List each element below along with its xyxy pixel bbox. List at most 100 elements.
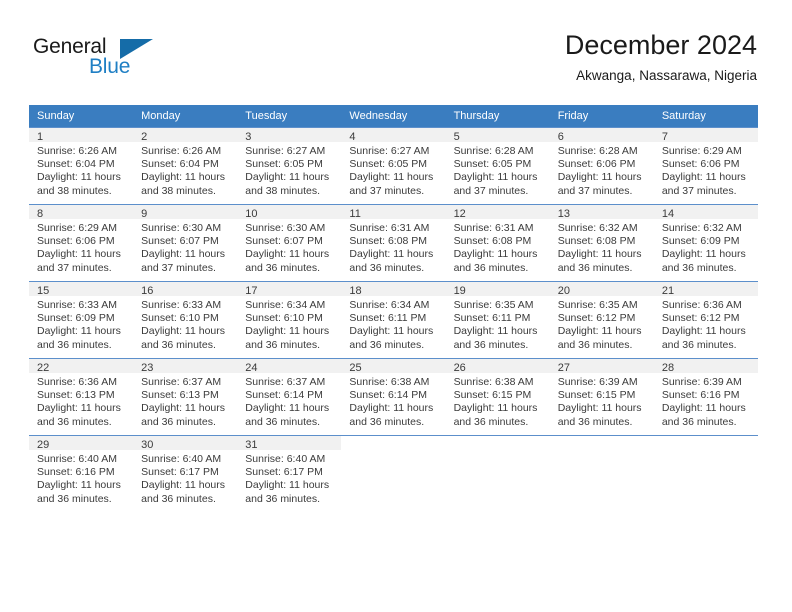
calendar-day-cell[interactable]: 5 Sunrise: 6:28 AM Sunset: 6:05 PM Daylight…	[445, 127, 550, 204]
day-number: 11	[341, 205, 446, 220]
day-detail-sunset: Sunset: 6:09 PM	[37, 312, 115, 325]
calendar-day-cell[interactable]: 7 Sunrise: 6:29 AM Sunset: 6:06 PM Daylight…	[653, 127, 758, 204]
day-cell-inner: 3 Sunrise: 6:27 AM Sunset: 6:05 PM Daylight…	[237, 127, 342, 204]
day-detail-sunset: Sunset: 6:10 PM	[245, 312, 323, 325]
calendar-day-cell[interactable]: 31 Sunrise: 6:40 AM Sunset: 6:17 PM Dayligh…	[237, 435, 342, 512]
calendar-day-cell[interactable]: 12 Sunrise: 6:31 AM Sunset: 6:08 PM Dayligh…	[445, 204, 550, 281]
day-details: Sunrise: 6:40 AM Sunset: 6:17 PM Daylight:…	[133, 450, 237, 506]
day-detail-sunrise: Sunrise: 6:30 AM	[245, 222, 326, 234]
day-detail-sunrise: Sunrise: 6:39 AM	[557, 376, 638, 388]
day-cell-inner: 31 Sunrise: 6:40 AM Sunset: 6:17 PM Dayligh…	[237, 435, 342, 512]
day-cell-inner: 28 Sunrise: 6:39 AM Sunset: 6:16 PM Dayligh…	[653, 358, 758, 435]
calendar-day-cell[interactable]: 20 Sunrise: 6:35 AM Sunset: 6:12 PM Dayligh…	[549, 281, 654, 358]
calendar-day-cell[interactable]: 18 Sunrise: 6:34 AM Sunset: 6:11 PM Dayligh…	[341, 281, 446, 358]
calendar-day-cell[interactable]: 27 Sunrise: 6:39 AM Sunset: 6:15 PM Dayligh…	[549, 358, 654, 435]
weekday-header-friday: Friday	[549, 105, 654, 127]
day-number: 12	[445, 205, 550, 220]
day-cell-inner: 13 Sunrise: 6:32 AM Sunset: 6:08 PM Dayligh…	[549, 204, 654, 281]
calendar-day-cell[interactable]: 21 Sunrise: 6:36 AM Sunset: 6:12 PM Dayligh…	[653, 281, 758, 358]
day-detail-sunset: Sunset: 6:06 PM	[661, 158, 740, 171]
day-cell-inner: 27 Sunrise: 6:39 AM Sunset: 6:15 PM Dayligh…	[549, 358, 654, 435]
day-detail-sunrise: Sunrise: 6:27 AM	[245, 145, 326, 157]
calendar-day-cell[interactable]: 4 Sunrise: 6:27 AM Sunset: 6:05 PM Daylight…	[341, 127, 446, 204]
calendar-day-cell[interactable]: 16 Sunrise: 6:33 AM Sunset: 6:10 PM Dayligh…	[133, 281, 238, 358]
day-number	[446, 436, 550, 450]
day-detail-sunset: Sunset: 6:14 PM	[245, 389, 323, 402]
calendar-day-cell[interactable]: 29 Sunrise: 6:40 AM Sunset: 6:16 PM Dayligh…	[29, 435, 134, 512]
day-number: 22	[29, 359, 134, 374]
day-detail-sunrise: Sunrise: 6:39 AM	[661, 376, 742, 388]
day-detail-daylight1: Daylight: 11 hours	[557, 171, 642, 184]
day-number: 27	[549, 359, 654, 374]
day-cell-inner: 17 Sunrise: 6:34 AM Sunset: 6:10 PM Dayligh…	[237, 281, 342, 358]
weekday-header-tuesday: Tuesday	[237, 105, 342, 127]
day-cell-inner: 2 Sunrise: 6:26 AM Sunset: 6:04 PM Daylight…	[133, 127, 238, 204]
day-details: Sunrise: 6:28 AM Sunset: 6:06 PM Daylight:…	[550, 142, 654, 198]
day-detail-sunset: Sunset: 6:05 PM	[245, 158, 323, 171]
location-subtitle: Akwanga, Nassarawa, Nigeria	[576, 68, 757, 84]
day-cell-inner: 29 Sunrise: 6:40 AM Sunset: 6:16 PM Dayligh…	[29, 435, 134, 512]
calendar-day-cell[interactable]: 6 Sunrise: 6:28 AM Sunset: 6:06 PM Daylight…	[549, 127, 654, 204]
day-detail-sunset: Sunset: 6:07 PM	[245, 235, 323, 248]
day-detail-sunset: Sunset: 6:15 PM	[557, 389, 636, 402]
calendar-day-cell[interactable]: 15 Sunrise: 6:33 AM Sunset: 6:09 PM Dayligh…	[29, 281, 134, 358]
day-detail-daylight1: Daylight: 11 hours	[557, 248, 642, 261]
day-detail-daylight2: and 36 minutes.	[661, 415, 737, 428]
calendar-day-cell[interactable]: 2 Sunrise: 6:26 AM Sunset: 6:04 PM Daylight…	[133, 127, 238, 204]
calendar-day-cell[interactable]: 1 Sunrise: 6:26 AM Sunset: 6:04 PM Daylight…	[29, 127, 134, 204]
day-cell-inner	[445, 435, 550, 512]
day-detail-daylight1: Daylight: 11 hours	[661, 248, 746, 261]
day-number: 23	[133, 359, 238, 374]
calendar-day-cell[interactable]: 8 Sunrise: 6:29 AM Sunset: 6:06 PM Daylight…	[29, 204, 134, 281]
calendar-day-cell[interactable]: 24 Sunrise: 6:37 AM Sunset: 6:14 PM Dayligh…	[237, 358, 342, 435]
calendar-cell-empty	[549, 435, 654, 512]
calendar-day-cell[interactable]: 9 Sunrise: 6:30 AM Sunset: 6:07 PM Daylight…	[133, 204, 238, 281]
day-details: Sunrise: 6:33 AM Sunset: 6:09 PM Daylight:…	[29, 296, 133, 352]
day-detail-daylight2: and 36 minutes.	[245, 338, 320, 351]
calendar-day-cell[interactable]: 11 Sunrise: 6:31 AM Sunset: 6:08 PM Dayligh…	[341, 204, 446, 281]
day-cell-inner: 10 Sunrise: 6:30 AM Sunset: 6:07 PM Dayligh…	[237, 204, 342, 281]
day-detail-sunset: Sunset: 6:13 PM	[141, 389, 219, 402]
day-detail-daylight1: Daylight: 11 hours	[245, 248, 330, 261]
calendar-day-cell[interactable]: 25 Sunrise: 6:38 AM Sunset: 6:14 PM Dayligh…	[341, 358, 446, 435]
logo-text-blue: Blue	[89, 55, 131, 78]
day-detail-sunset: Sunset: 6:04 PM	[37, 158, 115, 171]
day-number: 17	[237, 282, 342, 297]
general-blue-logo[interactable]: General Blue	[33, 36, 173, 86]
calendar-day-cell[interactable]: 3 Sunrise: 6:27 AM Sunset: 6:05 PM Daylight…	[237, 127, 342, 204]
day-details: Sunrise: 6:27 AM Sunset: 6:05 PM Daylight:…	[341, 142, 445, 198]
day-details: Sunrise: 6:30 AM Sunset: 6:07 PM Daylight:…	[237, 219, 341, 275]
day-detail-sunrise: Sunrise: 6:28 AM	[557, 145, 638, 157]
calendar-day-cell[interactable]: 23 Sunrise: 6:37 AM Sunset: 6:13 PM Dayligh…	[133, 358, 238, 435]
day-detail-sunset: Sunset: 6:17 PM	[141, 466, 219, 479]
day-number: 4	[341, 128, 446, 143]
day-details: Sunrise: 6:38 AM Sunset: 6:14 PM Daylight:…	[341, 373, 445, 429]
calendar-cell-empty	[445, 435, 550, 512]
day-details: Sunrise: 6:38 AM Sunset: 6:15 PM Daylight:…	[446, 373, 550, 429]
calendar-day-cell[interactable]: 28 Sunrise: 6:39 AM Sunset: 6:16 PM Dayligh…	[653, 358, 758, 435]
day-detail-daylight2: and 36 minutes.	[349, 415, 425, 428]
day-cell-inner: 24 Sunrise: 6:37 AM Sunset: 6:14 PM Dayligh…	[237, 358, 342, 435]
calendar-day-cell[interactable]: 14 Sunrise: 6:32 AM Sunset: 6:09 PM Dayligh…	[653, 204, 758, 281]
day-cell-inner: 25 Sunrise: 6:38 AM Sunset: 6:14 PM Dayligh…	[341, 358, 446, 435]
day-detail-sunset: Sunset: 6:05 PM	[453, 158, 532, 171]
day-number: 9	[133, 205, 238, 220]
day-cell-inner: 21 Sunrise: 6:36 AM Sunset: 6:12 PM Dayligh…	[653, 281, 758, 358]
calendar-day-cell[interactable]: 26 Sunrise: 6:38 AM Sunset: 6:15 PM Dayligh…	[445, 358, 550, 435]
day-detail-sunset: Sunset: 6:06 PM	[557, 158, 636, 171]
day-cell-inner: 15 Sunrise: 6:33 AM Sunset: 6:09 PM Dayligh…	[29, 281, 134, 358]
day-cell-inner	[341, 435, 446, 512]
calendar-day-cell[interactable]: 19 Sunrise: 6:35 AM Sunset: 6:11 PM Dayligh…	[445, 281, 550, 358]
day-cell-inner: 26 Sunrise: 6:38 AM Sunset: 6:15 PM Dayligh…	[445, 358, 550, 435]
day-details: Sunrise: 6:31 AM Sunset: 6:08 PM Daylight:…	[341, 219, 445, 275]
calendar-day-cell[interactable]: 13 Sunrise: 6:32 AM Sunset: 6:08 PM Dayligh…	[549, 204, 654, 281]
calendar-day-cell[interactable]: 30 Sunrise: 6:40 AM Sunset: 6:17 PM Dayligh…	[133, 435, 238, 512]
calendar-day-cell[interactable]: 22 Sunrise: 6:36 AM Sunset: 6:13 PM Dayligh…	[29, 358, 134, 435]
day-number	[341, 436, 445, 450]
day-detail-sunrise: Sunrise: 6:30 AM	[141, 222, 222, 234]
calendar-day-cell[interactable]: 10 Sunrise: 6:30 AM Sunset: 6:07 PM Dayligh…	[237, 204, 342, 281]
day-detail-sunset: Sunset: 6:13 PM	[37, 389, 115, 402]
day-detail-daylight2: and 37 minutes.	[661, 184, 737, 197]
day-details: Sunrise: 6:40 AM Sunset: 6:17 PM Daylight:…	[237, 450, 341, 506]
calendar-day-cell[interactable]: 17 Sunrise: 6:34 AM Sunset: 6:10 PM Dayligh…	[237, 281, 342, 358]
